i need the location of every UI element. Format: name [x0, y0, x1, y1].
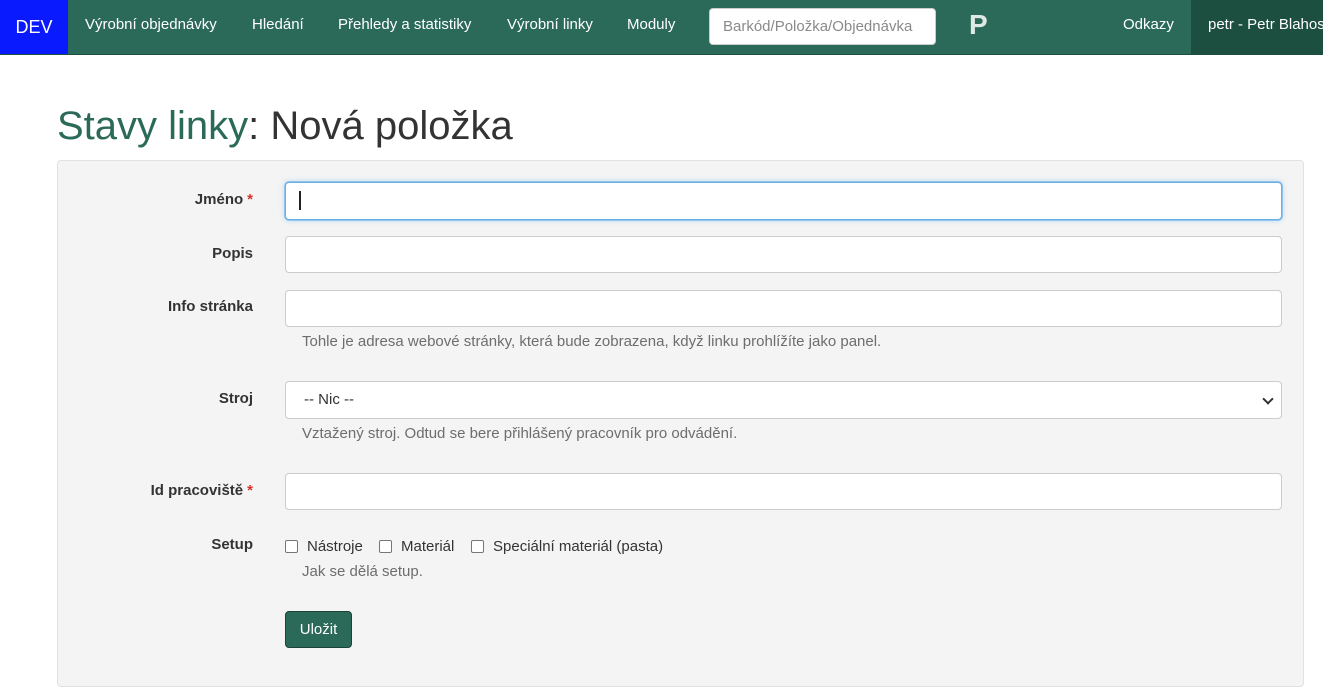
material-checkbox[interactable]	[379, 539, 392, 553]
chevron-down-icon	[1262, 393, 1274, 405]
nav-modules[interactable]: Moduly	[627, 0, 675, 54]
machine-label: Stroj	[218, 390, 253, 407]
environment-badge: DEV	[0, 0, 68, 54]
user-menu[interactable]: petr - Petr Blahos	[1191, 0, 1323, 54]
info-page-input[interactable]	[285, 290, 1282, 327]
machine-selected-value: -- Nic --	[304, 391, 354, 408]
setup-option-material[interactable]: Materiál	[379, 536, 454, 556]
title-suffix: : Nová položka	[248, 104, 513, 148]
tools-checkbox-label: Nástroje	[307, 537, 363, 555]
description-input[interactable]	[285, 236, 1282, 273]
info-page-label: Info stránka	[167, 298, 253, 315]
special-material-checkbox[interactable]	[471, 539, 484, 553]
workplace-id-label-text: Id pracoviště	[150, 482, 244, 499]
nav-search[interactable]: Hledání	[252, 0, 304, 54]
workplace-id-input[interactable]	[285, 473, 1282, 510]
brand-logo[interactable]: P	[969, 0, 988, 54]
name-label-text: Jméno	[194, 191, 244, 208]
name-required-mark: *	[247, 191, 253, 208]
description-label: Popis	[212, 245, 253, 262]
name-label: Jméno *	[195, 191, 253, 208]
workplace-id-label: Id pracoviště *	[151, 482, 253, 499]
barcode-search-input[interactable]	[709, 8, 936, 45]
nav-links[interactable]: Odkazy	[1123, 0, 1174, 54]
info-page-help: Tohle je adresa webové stránky, která bu…	[302, 333, 882, 350]
special-material-checkbox-label: Speciální materiál (pasta)	[493, 537, 664, 555]
nav-production-orders[interactable]: Výrobní objednávky	[85, 0, 217, 54]
machine-help: Vztažený stroj. Odtud se bere přihlášený…	[302, 425, 738, 442]
workplace-id-required-mark: *	[247, 482, 253, 499]
setup-help: Jak se dělá setup.	[302, 563, 423, 580]
setup-label: Setup	[211, 536, 253, 553]
nav-reports-statistics[interactable]: Přehledy a statistiky	[338, 0, 471, 54]
title-breadcrumb-link[interactable]: Stavy linky	[57, 104, 248, 148]
save-button[interactable]: Uložit	[285, 611, 352, 648]
nav-production-lines[interactable]: Výrobní linky	[507, 0, 593, 54]
name-input[interactable]	[285, 182, 1282, 220]
text-caret	[299, 191, 301, 210]
tools-checkbox[interactable]	[285, 539, 298, 553]
page-title: Stavy linky: Nová položka	[57, 104, 513, 149]
setup-option-special-material[interactable]: Speciální materiál (pasta)	[471, 536, 663, 556]
material-checkbox-label: Materiál	[401, 537, 455, 555]
setup-option-tools[interactable]: Nástroje	[285, 536, 363, 556]
top-navbar: DEV Výrobní objednávky Hledání Přehledy …	[0, 0, 1323, 55]
machine-select[interactable]: -- Nic --	[285, 381, 1282, 419]
